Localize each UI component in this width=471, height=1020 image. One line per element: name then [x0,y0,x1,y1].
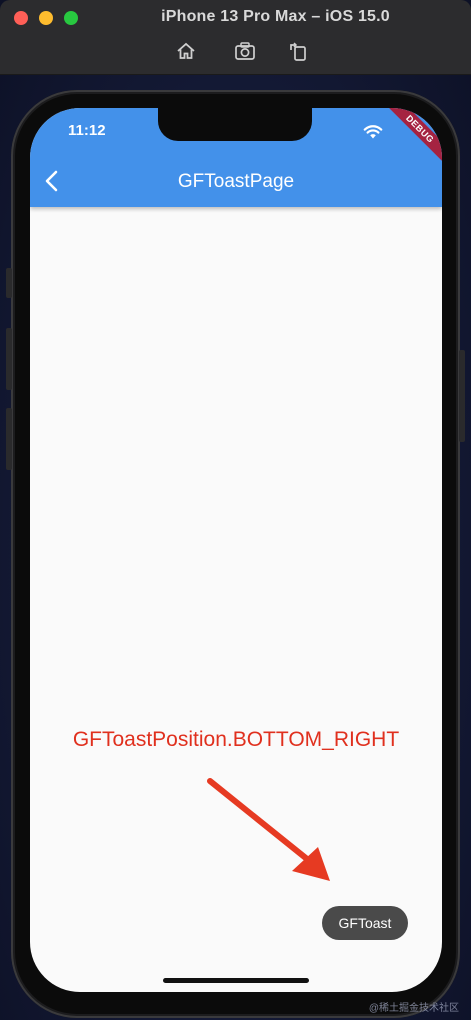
toast-position-label: GFToastPosition.BOTTOM_RIGHT [72,728,400,751]
screenshot-icon[interactable] [234,40,256,62]
zoom-window-button[interactable] [64,11,78,25]
app-bar: 11:12 GFToastPage DEBUG [30,108,442,207]
phone-screen: 11:12 GFToastPage DEBUG GFToastPosition.… [30,108,442,992]
home-icon[interactable] [175,40,197,62]
mute-switch [6,268,12,298]
status-time: 11:12 [68,122,106,139]
rotate-icon[interactable] [287,40,309,62]
minimize-window-button[interactable] [39,11,53,25]
home-indicator [163,978,309,983]
page-title: GFToastPage [177,171,295,192]
close-window-button[interactable] [14,11,28,25]
notch [158,108,312,141]
volume-up-button [6,328,12,390]
window-title: iPhone 13 Pro Max – iOS 15.0 [161,8,390,25]
toast-message: GFToast [322,906,408,940]
wifi-icon [363,124,383,140]
power-button [459,350,465,442]
volume-down-button [6,408,12,470]
arrow-annotation-icon [200,773,340,888]
simulator-title-bar: iPhone 13 Pro Max – iOS 15.0 [0,0,471,75]
debug-banner: DEBUG [379,108,442,170]
watermark: @稀土掘金技术社区 [368,1003,459,1014]
